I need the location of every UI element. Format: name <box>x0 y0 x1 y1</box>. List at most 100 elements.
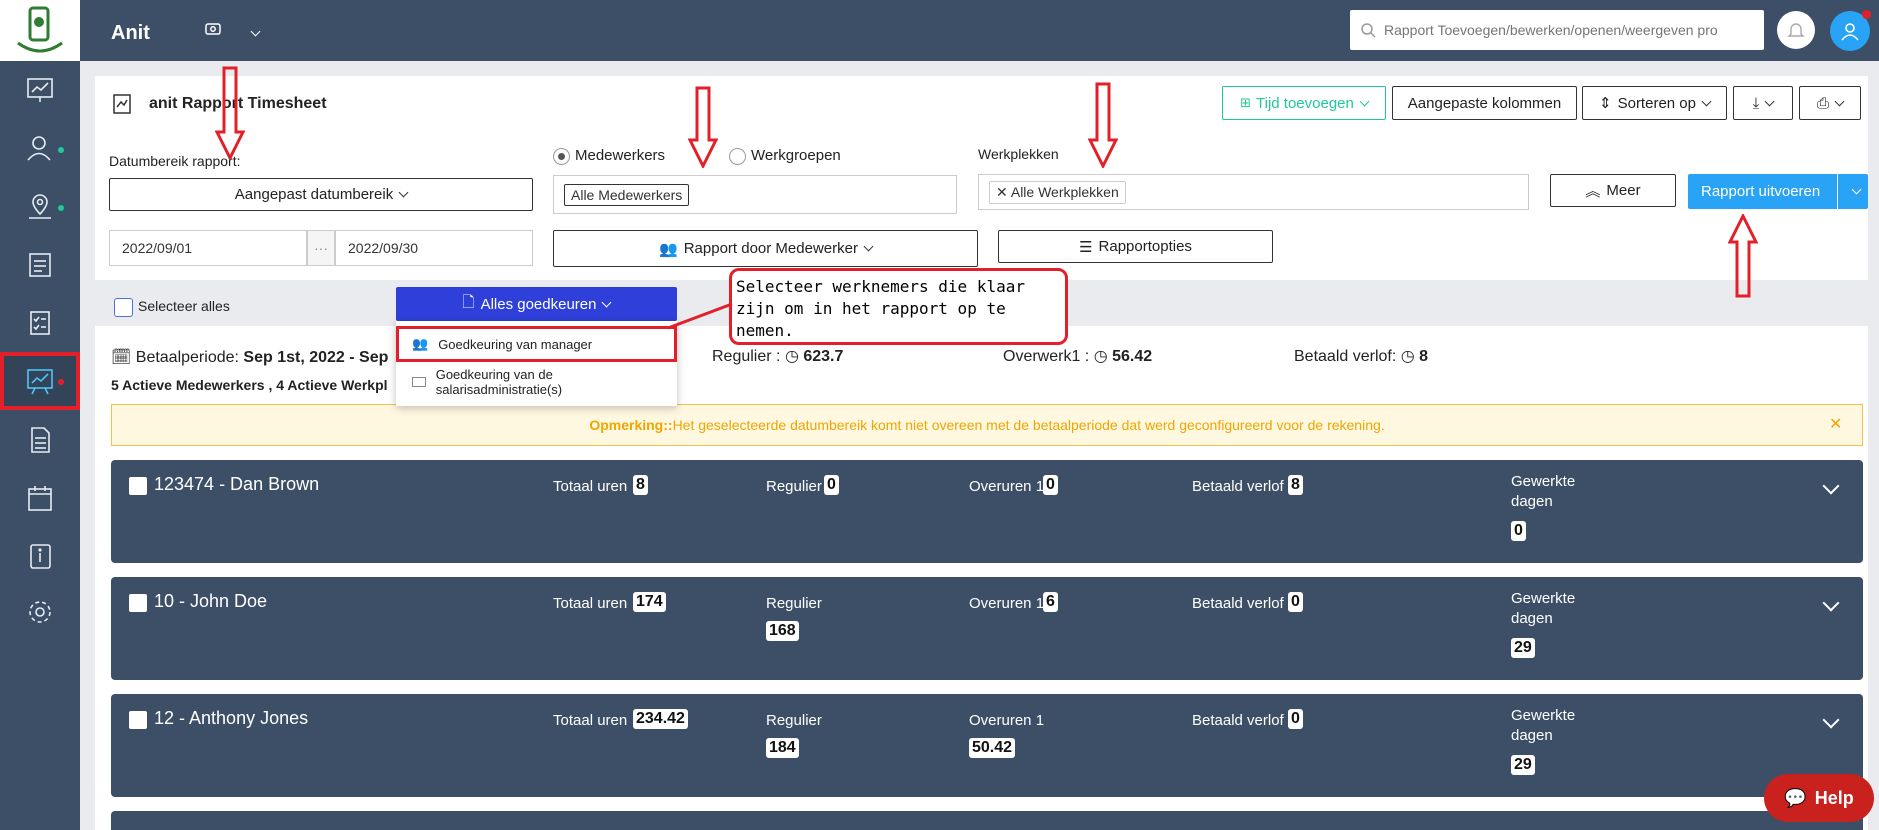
employees-chip[interactable]: Alle Medewerkers <box>564 183 690 206</box>
currency-icon[interactable] <box>205 21 221 41</box>
radio-button <box>553 147 570 165</box>
active-summary: 5 Actieve Medewerkers , 4 Actieve Werkpl <box>111 377 388 393</box>
sidebar-item-documents[interactable] <box>0 412 80 468</box>
employee-name: 10 - John Doe <box>154 591 268 611</box>
paid-leave-label: Betaald verlof <box>1192 712 1284 729</box>
employee-card[interactable]: 123474 - Dan Brown Totaal uren 8 Regulie… <box>111 460 1863 563</box>
sidebar-item-locations[interactable] <box>0 178 80 234</box>
download-button[interactable]: ⤓ <box>1733 86 1793 120</box>
report-options-button[interactable]: ☰ Rapportopties <box>998 230 1273 263</box>
info-book-icon <box>30 544 51 569</box>
radio-workgroups[interactable]: Werkgroepen <box>729 147 841 165</box>
paid-leave-value: 0 <box>1288 592 1303 612</box>
plus-square-icon: ⊞ <box>1240 95 1252 110</box>
sidebar-item-tasks[interactable] <box>0 294 80 350</box>
user-icon <box>1841 23 1859 41</box>
notifications-button[interactable] <box>1777 11 1815 49</box>
print-button[interactable]: ⎙ <box>1799 86 1861 120</box>
users-icon: 👥 <box>659 240 678 258</box>
double-chevron-up-icon: ︽ <box>1585 183 1601 200</box>
paid-leave-value: 8 <box>1288 475 1303 495</box>
annotation-note: Selecteer werknemers die klaar zijn om i… <box>729 268 1068 345</box>
calendar-icon <box>28 486 52 511</box>
workplaces-chip[interactable]: ✕ Alle Werkplekken <box>989 180 1126 204</box>
report-by-employee-button[interactable]: 👥 Rapport door Medewerker <box>553 230 978 267</box>
sidebar-item-reports[interactable] <box>0 352 80 410</box>
sidebar-item-schedule[interactable] <box>0 236 80 292</box>
menu-item-manager-approval[interactable]: 👥 Goedkeuring van manager <box>396 326 677 362</box>
overtime-value: 50.42 <box>969 738 1016 758</box>
chevron-down-icon[interactable] <box>1822 711 1840 729</box>
sort-icon: ⇕ <box>1599 95 1612 112</box>
employee-card[interactable] <box>111 811 1863 830</box>
worked-days-value: 29 <box>1511 755 1535 775</box>
top-search[interactable] <box>1350 10 1764 50</box>
run-report-dropdown[interactable] <box>1837 174 1868 209</box>
sidebar-item-employees[interactable] <box>0 120 80 176</box>
chevron-down-icon[interactable] <box>1822 477 1840 495</box>
worked-days-label: Gewerkte <box>1511 590 1576 607</box>
logo-icon <box>17 6 63 52</box>
employee-checkbox[interactable] <box>129 711 147 729</box>
notification-dot <box>1862 10 1871 19</box>
chart-screen-icon <box>27 78 53 102</box>
date-separator: ··· <box>307 230 335 266</box>
regular-value: 184 <box>766 738 799 758</box>
report-chart-icon <box>27 369 53 395</box>
clock-icon: ◷ <box>784 348 799 365</box>
annotation-arrow-down <box>1088 82 1118 168</box>
users-icon <box>27 136 51 161</box>
sort-button[interactable]: ⇕ Sorteren op <box>1582 86 1727 120</box>
clock-icon: ◷ <box>1400 348 1415 365</box>
radio-employees[interactable]: Medewerkers <box>553 147 665 165</box>
select-all-checkbox[interactable] <box>114 298 133 317</box>
regular-label: Regulier <box>766 478 822 495</box>
sidebar-item-calendar[interactable] <box>0 470 80 526</box>
worked-days-label: Gewerkte <box>1511 473 1576 490</box>
total-hours-label: Totaal uren <box>553 595 628 612</box>
chevron-down-icon[interactable] <box>245 22 261 39</box>
total-hours-value: 8 <box>633 475 648 495</box>
worked-days-label-2: dagen <box>1511 610 1553 627</box>
sidebar-item-dashboard[interactable] <box>0 62 80 118</box>
employee-card[interactable]: 12 - Anthony Jones Totaal uren 234.42 Re… <box>111 694 1863 797</box>
annotation-arrow-up <box>1728 214 1758 298</box>
annotation-arrow-down <box>215 66 245 160</box>
end-date-input[interactable]: 2022/09/30 <box>335 230 533 266</box>
custom-columns-button[interactable]: Aangepaste kolommen <box>1392 86 1577 120</box>
close-icon[interactable]: ✕ <box>996 184 1011 200</box>
close-icon[interactable]: ✕ <box>1829 414 1842 434</box>
chevron-down-icon[interactable] <box>1822 594 1840 612</box>
employee-checkbox[interactable] <box>129 594 147 612</box>
total-hours-label: Totaal uren <box>553 712 628 729</box>
download-icon: ⤓ <box>1752 94 1760 112</box>
menu-item-payroll-approval[interactable]: Goedkeuring van de salarisadministratie(… <box>396 364 677 400</box>
paid-leave-value: 0 <box>1288 709 1303 729</box>
employees-select[interactable]: Alle Medewerkers <box>553 175 957 214</box>
more-button[interactable]: ︽ Meer <box>1550 174 1676 207</box>
search-icon <box>1361 23 1376 38</box>
status-dot <box>58 379 64 385</box>
paid-leave-label: Betaald verlof <box>1192 478 1284 495</box>
add-time-button[interactable]: ⊞ Tijd toevoegen <box>1222 86 1386 120</box>
employee-name: 123474 - Dan Brown <box>154 474 320 494</box>
logo[interactable] <box>0 0 80 61</box>
date-range-select[interactable]: Aangepast datumbereik <box>109 178 533 211</box>
report-icon <box>112 92 132 118</box>
sidebar-item-info[interactable] <box>0 528 80 584</box>
sidebar-item-settings[interactable] <box>0 584 80 640</box>
start-date-input[interactable]: 2022/09/01 <box>109 230 307 266</box>
overtime-summary: Overwerk1 : ◷ 56.42 <box>1003 348 1153 365</box>
help-button[interactable]: 💬 Help <box>1764 774 1874 822</box>
radio-button <box>729 147 746 165</box>
regular-summary: Regulier : ◷ 623.7 <box>712 348 844 365</box>
workplaces-label: Werkplekken <box>978 146 1059 162</box>
employee-name: 12 - Anthony Jones <box>154 708 309 728</box>
worked-days-label-2: dagen <box>1511 493 1553 510</box>
map-pin-icon <box>29 194 51 219</box>
workplaces-select[interactable]: ✕ Alle Werkplekken <box>978 174 1529 210</box>
employee-card[interactable]: 10 - John Doe Totaal uren 174 Regulier 1… <box>111 577 1863 680</box>
approve-all-button[interactable]: 🗋 Alles goedkeuren <box>396 287 677 321</box>
employee-checkbox[interactable] <box>129 477 147 495</box>
search-input[interactable] <box>1384 22 1754 38</box>
